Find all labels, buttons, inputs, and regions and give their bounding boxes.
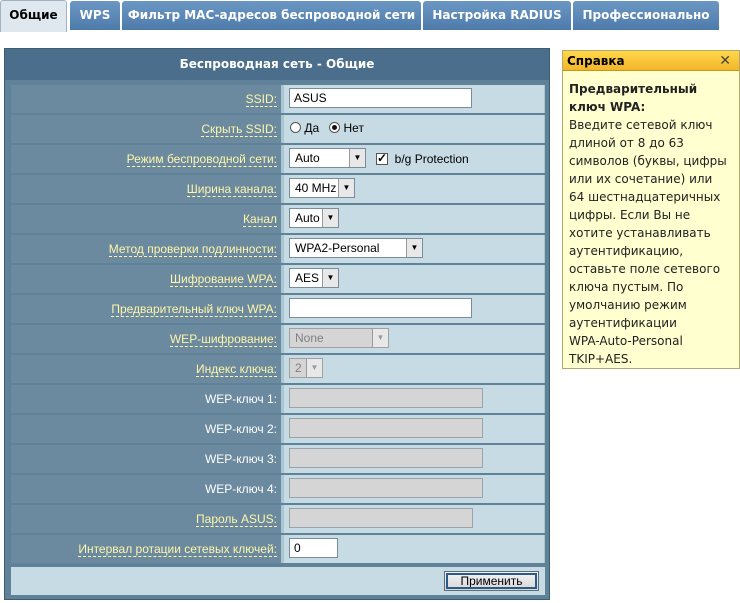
row-wep-key-4: WEP-ключ 4: (11, 475, 545, 503)
hide-ssid-yes-radio[interactable] (290, 122, 301, 133)
asus-password-label[interactable]: Пароль ASUS: (196, 512, 277, 527)
row-wep-key-2: WEP-ключ 2: (11, 415, 545, 443)
row-channel-width: Ширина канала: 40 MHz ▼ (11, 175, 545, 203)
wpa-key-input[interactable] (289, 298, 472, 318)
channel-width-label[interactable]: Ширина канала: (186, 182, 277, 197)
row-asus-password: Пароль ASUS: (11, 505, 545, 533)
asus-password-input[interactable] (289, 508, 473, 528)
bg-protection-label: b/g Protection (394, 152, 469, 166)
wep-key-1-label: WEP-ключ 1: (204, 392, 277, 406)
row-wep-encryption: WEP-шифрование: None ▼ (11, 325, 545, 353)
auth-method-label[interactable]: Метод проверки подлинности: (108, 242, 277, 257)
hide-ssid-no-label: Нет (343, 121, 364, 135)
wpa-key-label[interactable]: Предварительный ключ WPA: (111, 302, 277, 317)
tab-radius[interactable]: Настройка RADIUS (423, 1, 571, 30)
auth-method-select[interactable]: WPA2-Personal ▼ (289, 238, 423, 258)
wireless-general-panel: Беспроводная сеть - Общие SSID: Скрыть S… (4, 48, 550, 600)
key-rotation-label[interactable]: Интервал ротации сетевых ключей: (78, 542, 277, 557)
chevron-down-icon: ▼ (322, 209, 338, 227)
chevron-down-icon: ▼ (349, 149, 365, 167)
key-index-label[interactable]: Индекс ключа: (195, 362, 277, 377)
key-index-select[interactable]: 2 ▼ (289, 358, 323, 378)
row-wep-key-1: WEP-ключ 1: (11, 385, 545, 413)
chevron-down-icon: ▼ (406, 239, 422, 257)
key-rotation-input[interactable] (289, 538, 338, 558)
help-line: хотите устанавливать (569, 226, 711, 240)
channel-width-select[interactable]: 40 MHz ▼ (289, 178, 355, 198)
tab-wps[interactable]: WPS (70, 1, 120, 30)
help-line: WPA-Auto-Personal (569, 334, 683, 348)
tab-mac-filter[interactable]: Фильтр MAC-адресов беспроводной сети (122, 1, 421, 30)
help-topic-title: Предварительный (569, 82, 698, 96)
wep-encryption-label[interactable]: WEP-шифрование: (169, 332, 277, 347)
wep-key-3-label: WEP-ключ 3: (204, 452, 277, 466)
wep-key-2-label: WEP-ключ 2: (204, 422, 277, 436)
tab-general[interactable]: Общие (0, 0, 67, 32)
form-footer: Применить (11, 567, 545, 595)
wpa-encryption-label[interactable]: Шифрование WPA: (170, 272, 277, 287)
wireless-mode-label[interactable]: Режим беспроводной сети: (126, 152, 277, 167)
row-wpa-encryption: Шифрование WPA: AES ▼ (11, 265, 545, 293)
ssid-input[interactable] (289, 88, 472, 108)
hide-ssid-label[interactable]: Скрыть SSID: (201, 122, 277, 137)
panel-title: Беспроводная сеть - Общие (5, 49, 549, 80)
help-line: длиной от 8 до 63 (569, 136, 684, 150)
help-line: умолчанию режим (569, 298, 687, 312)
help-line: или их сочетание) или (569, 172, 713, 186)
apply-button[interactable]: Применить (444, 571, 539, 591)
row-key-index: Индекс ключа: 2 ▼ (11, 355, 545, 383)
help-line: символов (буквы, цифры (569, 154, 727, 168)
wep-key-3-input[interactable] (289, 448, 483, 468)
wep-key-4-label: WEP-ключ 4: (204, 482, 277, 496)
row-ssid: SSID: (11, 85, 545, 113)
channel-label[interactable]: Канал (243, 212, 277, 227)
row-key-rotation: Интервал ротации сетевых ключей: (11, 535, 545, 563)
row-wireless-mode: Режим беспроводной сети: Auto ▼ b/g Prot… (11, 145, 545, 173)
help-line: оставьте поле сетевого (569, 262, 721, 276)
bg-protection-checkbox[interactable] (376, 151, 388, 165)
row-hide-ssid: Скрыть SSID: Да Нет (11, 115, 545, 143)
ssid-label[interactable]: SSID: (245, 92, 277, 107)
help-line: ключа пустым. По (569, 280, 684, 294)
wep-key-2-input[interactable] (289, 418, 483, 438)
hide-ssid-no-radio[interactable] (329, 122, 341, 133)
wpa-encryption-select[interactable]: AES ▼ (289, 268, 339, 288)
wep-encryption-select[interactable]: None ▼ (289, 328, 389, 348)
help-line: аутентификации (569, 316, 677, 330)
hide-ssid-yes-label: Да (304, 121, 320, 135)
wep-key-1-input[interactable] (289, 388, 483, 408)
chevron-down-icon: ▼ (338, 179, 354, 197)
help-line: TKIP+AES. (569, 352, 633, 366)
channel-select[interactable]: Auto ▼ (289, 208, 339, 228)
chevron-down-icon: ▼ (372, 329, 388, 347)
help-title-label: Справка (567, 54, 625, 68)
row-channel: Канал Auto ▼ (11, 205, 545, 233)
tab-bar: Общие WPS Фильтр MAC-адресов беспроводно… (0, 0, 740, 32)
help-line: цифры. Если Вы не (569, 208, 691, 222)
tab-professional[interactable]: Профессионально (573, 1, 719, 30)
help-panel: Справка ✕ Предварительный ключ WPA: Введ… (562, 50, 740, 369)
row-wep-key-3: WEP-ключ 3: (11, 445, 545, 473)
close-icon[interactable]: ✕ (719, 51, 731, 71)
wireless-mode-select[interactable]: Auto ▼ (289, 148, 366, 168)
help-line: Введите сетевой ключ (569, 118, 713, 132)
wep-key-4-input[interactable] (289, 478, 483, 498)
row-auth-method: Метод проверки подлинности: WPA2-Persona… (11, 235, 545, 263)
row-wpa-key: Предварительный ключ WPA: (11, 295, 545, 323)
help-body: Предварительный ключ WPA: Введите сетево… (569, 80, 735, 368)
help-line: аутентификацию, (569, 244, 684, 258)
help-header: Справка ✕ (563, 51, 739, 71)
help-topic-title-2: ключ WPA: (569, 100, 646, 114)
chevron-down-icon: ▼ (306, 359, 322, 377)
help-line: 64 шестнадцатеричных (569, 190, 721, 204)
chevron-down-icon: ▼ (322, 269, 338, 287)
settings-form: SSID: Скрыть SSID: Да Нет Режим беспрово… (11, 85, 545, 565)
